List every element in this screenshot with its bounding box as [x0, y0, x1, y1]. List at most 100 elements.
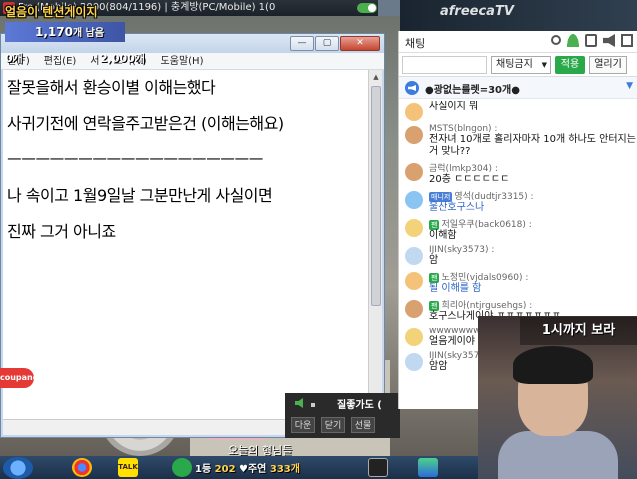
chat-nick[interactable]: IJIN(sky3573) : — [429, 245, 637, 255]
brightness-icon[interactable] — [551, 35, 561, 45]
user-badge: 팬 — [429, 301, 440, 311]
nick-text: 영석(dudtjr3315) : — [454, 192, 534, 202]
avatar[interactable] — [405, 103, 423, 121]
afreeca-logo: afreecaTV — [440, 4, 514, 19]
user-list-icon[interactable] — [567, 34, 579, 47]
chat-message: IJIN(sky3573) :암 — [399, 245, 637, 267]
settings-icon[interactable] — [585, 34, 597, 47]
message-text: 될 이해를 함 — [429, 283, 482, 294]
chat-message: 매니저 영석(dudtjr3315) : 울산호구스나 — [399, 189, 637, 214]
speaker-icon[interactable] — [295, 398, 303, 408]
webcam-shirt — [498, 431, 618, 479]
chat-notice[interactable]: ●광없는룰렛=30개● ▼ — [399, 77, 637, 99]
notice-text: ●광없는룰렛=30개● — [425, 85, 520, 96]
avatar[interactable] — [405, 163, 423, 181]
menu-edit[interactable]: 편집(E) — [44, 53, 77, 69]
chat-header: 채팅 — [399, 31, 637, 53]
menu-format[interactable]: 서 — [90, 53, 99, 69]
chrome-icon[interactable] — [72, 458, 92, 477]
chat-nick[interactable]: 팬 저일우쿠(back0618) : — [429, 217, 637, 230]
chat-nick[interactable]: 팬 희리아(ntjrgusehgs) : — [429, 298, 637, 311]
gauge-max-label: 2,000개 — [100, 52, 145, 65]
download-button[interactable]: 다운 — [291, 417, 315, 433]
minimize-button[interactable]: — — [290, 36, 314, 51]
rank-count: 333개 — [269, 464, 300, 475]
ranking-stats: 1등 202 ♥주연 333개 — [195, 460, 300, 475]
nick-text: IJIN(sky3573) : — [429, 245, 495, 255]
start-button[interactable] — [3, 457, 33, 479]
chat-title: 채팅 — [405, 37, 426, 50]
message-text: 울산호구스나 — [429, 202, 485, 213]
message-text: 사실이지 뭐 — [429, 101, 479, 112]
kakaotalk-icon[interactable]: TALK — [118, 458, 138, 477]
green-toggle-switch[interactable] — [357, 3, 377, 13]
maximize-button[interactable]: ▢ — [315, 36, 339, 51]
app-s-icon[interactable] — [368, 458, 388, 477]
chat-message: 팬 저일우쿠(back0618) : 이해함 — [399, 217, 637, 242]
text-line: 사귀기전에 연락을주고받은건 (이해는해요) — [7, 114, 284, 133]
webcam-hair — [513, 346, 593, 384]
taskbar: TALK 1등 202 ♥주연 333개 — [0, 456, 478, 479]
chat-message: 금럭(lmkp304) :20층 ㄷㄷㄷㄷㄷㄷ — [399, 161, 637, 186]
popout-icon[interactable] — [621, 34, 633, 47]
chat-toolbar: 채팅금지 적용 열리기 — [399, 53, 637, 77]
avatar[interactable] — [405, 247, 423, 265]
chevron-down-icon[interactable]: ▼ — [626, 81, 633, 91]
nick-text: 저일우쿠(back0618) : — [441, 220, 532, 230]
player-controls: 질좋가도 ( 다운 닫기 선물 — [285, 393, 400, 438]
camera-thumbnail — [378, 0, 400, 16]
gift-button[interactable]: 선물 — [351, 417, 375, 433]
notepad-window[interactable]: — ▢ ✕ 일(F) 편집(E) 서 보기(V) 도움말(H) 잘못을해서 환승… — [0, 33, 385, 438]
nick-text: 희리아(ntjrgusehgs) : — [441, 301, 533, 311]
avatar[interactable] — [405, 126, 423, 144]
avatar[interactable] — [405, 219, 423, 237]
notepad-menu-bar: 일(F) 편집(E) 서 보기(V) 도움말(H) — [1, 53, 384, 70]
message-text: 이해함 — [429, 230, 457, 241]
avatar[interactable] — [405, 300, 423, 318]
chat-nick[interactable]: 팬 노정민(vjdals0960) : — [429, 270, 637, 283]
volume-slider[interactable] — [311, 403, 315, 407]
close-button[interactable]: ✕ — [340, 36, 380, 51]
rank-prefix: 1등 — [195, 464, 212, 475]
scroll-up-icon[interactable]: ▲ — [369, 70, 383, 84]
green-app-icon[interactable] — [172, 458, 192, 477]
scroll-thumb[interactable] — [371, 86, 381, 306]
remaining-count-value: 1,170 — [35, 25, 73, 39]
apply-button[interactable]: 적용 — [555, 56, 585, 74]
message-text: 20층 ㄷㄷㄷㄷㄷㄷ — [429, 174, 510, 185]
coupang-badge[interactable]: coupang — [0, 368, 38, 388]
vertical-scrollbar[interactable]: ▲ ▼ — [368, 70, 382, 420]
app-x-icon[interactable] — [418, 458, 438, 477]
chat-nick[interactable]: MSTS(blngon) : — [429, 124, 637, 134]
chat-message: 팬 노정민(vjdals0960) :될 이해를 함 — [399, 270, 637, 295]
top-right-stream: afreecaTV — [400, 0, 637, 31]
open-button[interactable]: 열리기 — [589, 56, 627, 74]
remaining-count: 1,170개 남음 — [5, 22, 125, 42]
quality-label: 질좋가도 ( — [337, 400, 382, 411]
chat-nick[interactable]: 매니저 영석(dudtjr3315) : — [429, 189, 637, 202]
chat-filter-input[interactable] — [402, 56, 487, 74]
chat-ban-select[interactable]: 채팅금지 — [491, 56, 551, 74]
nick-text: MSTS(blngon) : — [429, 124, 498, 134]
user-badge: 팬 — [429, 220, 440, 230]
user-badge: 팬 — [429, 273, 440, 283]
chat-message: MSTS(blngon) : 전자녀 10개로 홀리자마자 10개 하나도 안터지… — [399, 124, 637, 158]
chat-message: 사실이지 뭐 — [399, 101, 637, 121]
text-line: 잘못을해서 환승이별 이해는했다 — [7, 78, 216, 97]
close-player-button[interactable]: 닫기 — [321, 417, 345, 433]
menu-help[interactable]: 도움말(H) — [161, 53, 204, 69]
notepad-text-area[interactable]: 잘못을해서 환승이별 이해는했다 사귀기전에 연락을주고받은건 (이해는해요) … — [3, 70, 368, 420]
rank-name: 주연 — [247, 464, 267, 475]
avatar[interactable] — [405, 353, 423, 371]
chat-nick[interactable]: 금럭(lmkp304) : — [429, 161, 637, 174]
avatar[interactable] — [405, 191, 423, 209]
avatar[interactable] — [405, 328, 423, 346]
user-badge: 매니저 — [429, 192, 453, 202]
remaining-count-suffix: 개 남음 — [72, 28, 105, 39]
avatar[interactable] — [405, 272, 423, 290]
nick-text: 노정민(vjdals0960) : — [441, 273, 529, 283]
text-line: 나 속이고 1월9일날 그분만난게 사실이면 — [7, 186, 273, 205]
megaphone-icon[interactable] — [603, 34, 615, 47]
gauge-min-label: 0개 — [5, 52, 23, 65]
text-line: ㅡㅡㅡㅡㅡㅡㅡㅡㅡㅡㅡㅡㅡㅡㅡㅡㅡㅡ — [7, 150, 263, 169]
